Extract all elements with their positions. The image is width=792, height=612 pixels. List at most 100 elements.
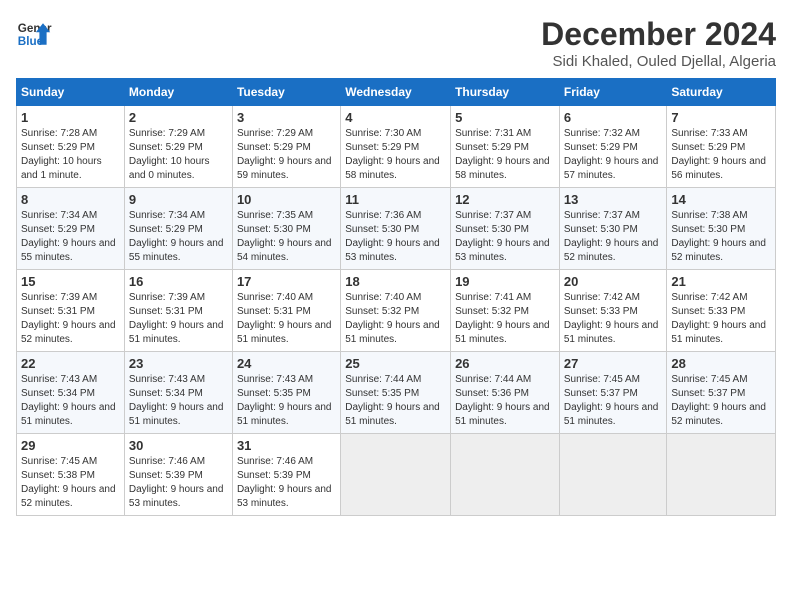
day-number: 4: [345, 110, 446, 125]
calendar-cell: 26 Sunrise: 7:44 AM Sunset: 5:36 PM Dayli…: [451, 352, 560, 434]
day-info: Sunrise: 7:37 AM Sunset: 5:30 PM Dayligh…: [564, 209, 663, 265]
calendar-cell: 29 Sunrise: 7:45 AM Sunset: 5:38 PM Dayli…: [17, 434, 125, 516]
day-info: Sunrise: 7:34 AM Sunset: 5:29 PM Dayligh…: [21, 209, 120, 265]
col-header-tuesday: Tuesday: [232, 79, 340, 106]
day-info: Sunrise: 7:36 AM Sunset: 5:30 PM Dayligh…: [345, 209, 446, 265]
calendar-cell: 27Sunrise: 7:45 AM Sunset: 5:37 PM Dayli…: [559, 352, 667, 434]
calendar-cell: [667, 434, 776, 516]
calendar-cell: 15 Sunrise: 7:39 AM Sunset: 5:31 PM Dayli…: [17, 270, 125, 352]
calendar-cell: 5 Sunrise: 7:31 AM Sunset: 5:29 PM Daylig…: [451, 106, 560, 188]
day-info: Sunrise: 7:35 AM Sunset: 5:30 PM Dayligh…: [237, 209, 336, 265]
day-info: Sunrise: 7:42 AM Sunset: 5:33 PM Dayligh…: [564, 291, 663, 347]
calendar-cell: 6 Sunrise: 7:32 AM Sunset: 5:29 PM Daylig…: [559, 106, 667, 188]
day-info: Sunrise: 7:31 AM Sunset: 5:29 PM Dayligh…: [455, 127, 555, 183]
day-info: Sunrise: 7:29 AM Sunset: 5:29 PM Dayligh…: [237, 127, 336, 183]
calendar-cell: 21Sunrise: 7:42 AM Sunset: 5:33 PM Dayli…: [667, 270, 776, 352]
col-header-saturday: Saturday: [667, 79, 776, 106]
calendar-cell: 3Sunrise: 7:29 AM Sunset: 5:29 PM Daylig…: [232, 106, 340, 188]
title-area: December 2024 Sidi Khaled, Ouled Djellal…: [541, 16, 776, 70]
day-info: Sunrise: 7:29 AM Sunset: 5:29 PM Dayligh…: [129, 127, 228, 183]
day-number: 11: [345, 192, 446, 207]
day-info: Sunrise: 7:43 AM Sunset: 5:34 PM Dayligh…: [129, 373, 228, 429]
calendar-cell: 4Sunrise: 7:30 AM Sunset: 5:29 PM Daylig…: [341, 106, 451, 188]
day-info: Sunrise: 7:41 AM Sunset: 5:32 PM Dayligh…: [455, 291, 555, 347]
location-title: Sidi Khaled, Ouled Djellal, Algeria: [541, 53, 776, 70]
calendar-cell: 10Sunrise: 7:35 AM Sunset: 5:30 PM Dayli…: [232, 188, 340, 270]
calendar-week-5: 29 Sunrise: 7:45 AM Sunset: 5:38 PM Dayli…: [17, 434, 776, 516]
calendar-cell: 28 Sunrise: 7:45 AM Sunset: 5:37 PM Dayli…: [667, 352, 776, 434]
calendar-cell: 14 Sunrise: 7:38 AM Sunset: 5:30 PM Dayli…: [667, 188, 776, 270]
calendar-cell: 23 Sunrise: 7:43 AM Sunset: 5:34 PM Dayli…: [124, 352, 232, 434]
day-number: 20: [564, 274, 663, 289]
day-number: 1: [21, 110, 120, 125]
calendar-cell: 22Sunrise: 7:43 AM Sunset: 5:34 PM Dayli…: [17, 352, 125, 434]
calendar-cell: [341, 434, 451, 516]
day-info: Sunrise: 7:32 AM Sunset: 5:29 PM Dayligh…: [564, 127, 663, 183]
calendar-cell: 12 Sunrise: 7:37 AM Sunset: 5:30 PM Dayli…: [451, 188, 560, 270]
day-number: 5: [455, 110, 555, 125]
calendar-week-3: 15 Sunrise: 7:39 AM Sunset: 5:31 PM Dayli…: [17, 270, 776, 352]
page-header: General Blue December 2024 Sidi Khaled, …: [16, 16, 776, 70]
day-number: 28: [671, 356, 771, 371]
day-number: 30: [129, 438, 228, 453]
day-info: Sunrise: 7:45 AM Sunset: 5:37 PM Dayligh…: [671, 373, 771, 429]
day-info: Sunrise: 7:44 AM Sunset: 5:36 PM Dayligh…: [455, 373, 555, 429]
logo-icon: General Blue: [16, 16, 52, 52]
day-number: 16: [129, 274, 228, 289]
day-number: 18: [345, 274, 446, 289]
day-info: Sunrise: 7:45 AM Sunset: 5:38 PM Dayligh…: [21, 455, 120, 511]
day-info: Sunrise: 7:33 AM Sunset: 5:29 PM Dayligh…: [671, 127, 771, 183]
day-number: 14: [671, 192, 771, 207]
calendar-cell: 25Sunrise: 7:44 AM Sunset: 5:35 PM Dayli…: [341, 352, 451, 434]
calendar-cell: 31 Sunrise: 7:46 AM Sunset: 5:39 PM Dayli…: [232, 434, 340, 516]
day-info: Sunrise: 7:40 AM Sunset: 5:31 PM Dayligh…: [237, 291, 336, 347]
calendar-cell: 19 Sunrise: 7:41 AM Sunset: 5:32 PM Dayli…: [451, 270, 560, 352]
day-number: 13: [564, 192, 663, 207]
calendar-table: SundayMondayTuesdayWednesdayThursdayFrid…: [16, 78, 776, 516]
day-number: 24: [237, 356, 336, 371]
calendar-cell: 30Sunrise: 7:46 AM Sunset: 5:39 PM Dayli…: [124, 434, 232, 516]
col-header-monday: Monday: [124, 79, 232, 106]
calendar-cell: 2Sunrise: 7:29 AM Sunset: 5:29 PM Daylig…: [124, 106, 232, 188]
logo: General Blue: [16, 16, 52, 52]
day-info: Sunrise: 7:39 AM Sunset: 5:31 PM Dayligh…: [21, 291, 120, 347]
day-number: 26: [455, 356, 555, 371]
day-number: 12: [455, 192, 555, 207]
day-info: Sunrise: 7:38 AM Sunset: 5:30 PM Dayligh…: [671, 209, 771, 265]
day-info: Sunrise: 7:42 AM Sunset: 5:33 PM Dayligh…: [671, 291, 771, 347]
calendar-cell: 9Sunrise: 7:34 AM Sunset: 5:29 PM Daylig…: [124, 188, 232, 270]
calendar-cell: 1 Sunrise: 7:28 AM Sunset: 5:29 PM Daylig…: [17, 106, 125, 188]
calendar-cell: 16 Sunrise: 7:39 AM Sunset: 5:31 PM Dayli…: [124, 270, 232, 352]
calendar-week-2: 8Sunrise: 7:34 AM Sunset: 5:29 PM Daylig…: [17, 188, 776, 270]
calendar-cell: 8Sunrise: 7:34 AM Sunset: 5:29 PM Daylig…: [17, 188, 125, 270]
col-header-sunday: Sunday: [17, 79, 125, 106]
calendar-cell: 24 Sunrise: 7:43 AM Sunset: 5:35 PM Dayli…: [232, 352, 340, 434]
calendar-cell: [559, 434, 667, 516]
day-number: 23: [129, 356, 228, 371]
day-info: Sunrise: 7:40 AM Sunset: 5:32 PM Dayligh…: [345, 291, 446, 347]
day-number: 22: [21, 356, 120, 371]
col-header-wednesday: Wednesday: [341, 79, 451, 106]
calendar-cell: [451, 434, 560, 516]
day-number: 29: [21, 438, 120, 453]
day-info: Sunrise: 7:45 AM Sunset: 5:37 PM Dayligh…: [564, 373, 663, 429]
calendar-header-row: SundayMondayTuesdayWednesdayThursdayFrid…: [17, 79, 776, 106]
day-info: Sunrise: 7:28 AM Sunset: 5:29 PM Dayligh…: [21, 127, 120, 183]
day-number: 17: [237, 274, 336, 289]
col-header-thursday: Thursday: [451, 79, 560, 106]
calendar-week-1: 1 Sunrise: 7:28 AM Sunset: 5:29 PM Daylig…: [17, 106, 776, 188]
col-header-friday: Friday: [559, 79, 667, 106]
day-number: 19: [455, 274, 555, 289]
calendar-cell: 20 Sunrise: 7:42 AM Sunset: 5:33 PM Dayli…: [559, 270, 667, 352]
day-info: Sunrise: 7:43 AM Sunset: 5:35 PM Dayligh…: [237, 373, 336, 429]
calendar-cell: 13 Sunrise: 7:37 AM Sunset: 5:30 PM Dayli…: [559, 188, 667, 270]
day-number: 7: [671, 110, 771, 125]
day-number: 15: [21, 274, 120, 289]
day-number: 31: [237, 438, 336, 453]
calendar-cell: 7 Sunrise: 7:33 AM Sunset: 5:29 PM Daylig…: [667, 106, 776, 188]
day-info: Sunrise: 7:46 AM Sunset: 5:39 PM Dayligh…: [237, 455, 336, 511]
day-number: 6: [564, 110, 663, 125]
month-title: December 2024: [541, 16, 776, 53]
day-info: Sunrise: 7:37 AM Sunset: 5:30 PM Dayligh…: [455, 209, 555, 265]
day-info: Sunrise: 7:39 AM Sunset: 5:31 PM Dayligh…: [129, 291, 228, 347]
